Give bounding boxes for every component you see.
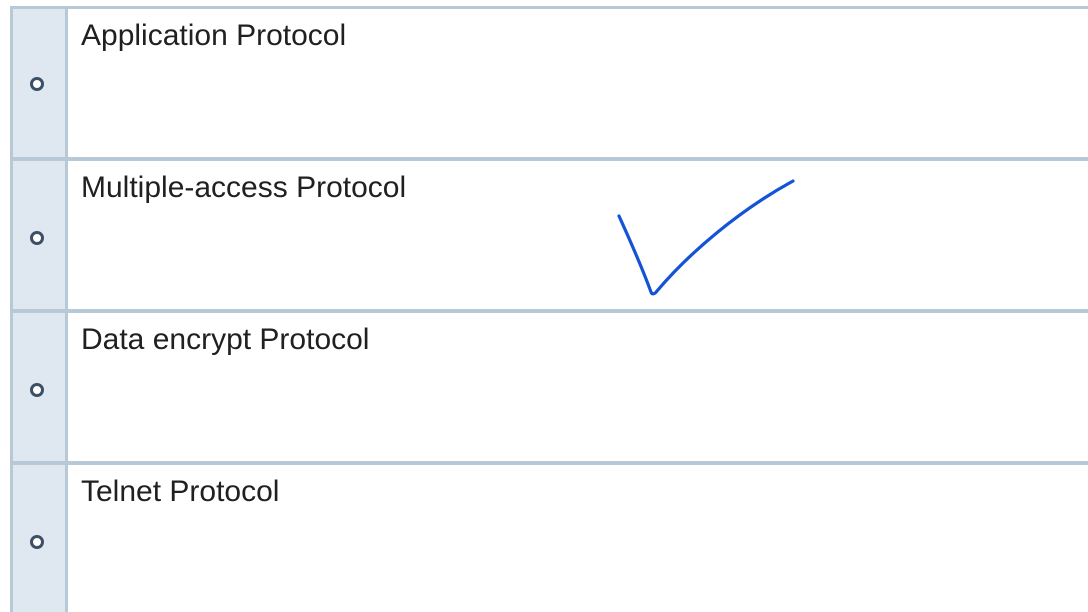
option-label-multiple-access: Multiple-access Protocol (81, 171, 407, 204)
radio-cell (13, 313, 68, 461)
option-row-data-encrypt[interactable]: Data encrypt Protocol (10, 310, 1088, 464)
option-row-telnet[interactable]: Telnet Protocol (10, 462, 1088, 612)
radio-button-telnet[interactable] (30, 535, 44, 549)
option-row-multiple-access[interactable]: Multiple-access Protocol (10, 158, 1088, 312)
radio-button-data-encrypt[interactable] (30, 383, 44, 397)
option-label-telnet: Telnet Protocol (81, 475, 280, 508)
answer-options: Application Protocol Multiple-access Pro… (10, 6, 1088, 612)
radio-cell (13, 9, 68, 157)
radio-cell (13, 161, 68, 309)
quiz-page: Application Protocol Multiple-access Pro… (0, 0, 1088, 612)
option-label-application: Application Protocol (81, 19, 347, 52)
option-row-application[interactable]: Application Protocol (10, 6, 1088, 160)
radio-cell (13, 465, 68, 612)
radio-button-application[interactable] (30, 77, 44, 91)
radio-button-multiple-access[interactable] (30, 231, 44, 245)
option-label-data-encrypt: Data encrypt Protocol (81, 323, 370, 356)
